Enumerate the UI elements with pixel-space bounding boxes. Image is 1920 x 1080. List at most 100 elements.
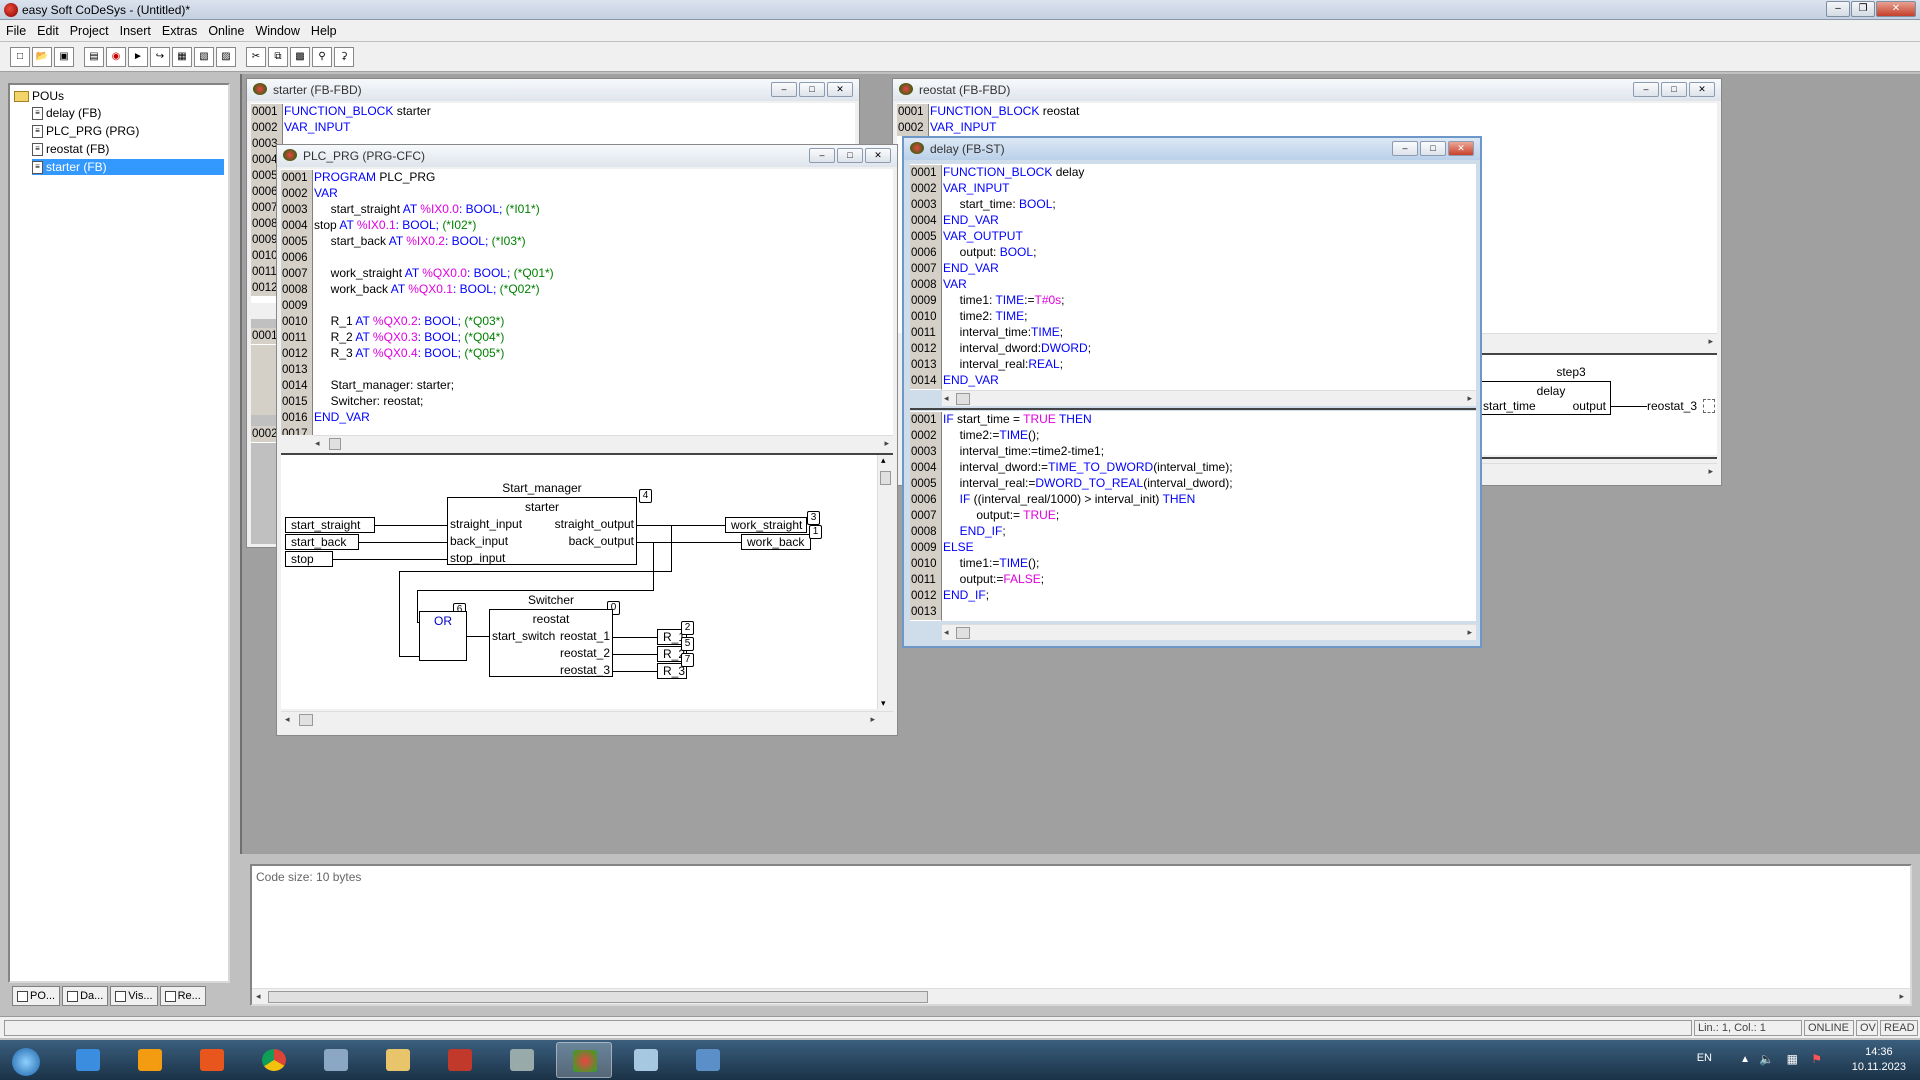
taskbar-internet-explorer[interactable]	[60, 1042, 116, 1078]
close-button[interactable]: ✕	[1876, 1, 1916, 17]
write-values-icon[interactable]: ▧	[194, 46, 214, 67]
code-line[interactable]: 0009	[281, 297, 314, 315]
reostat-maximize-button[interactable]: □	[1661, 82, 1687, 97]
taskbar-office[interactable]	[184, 1042, 240, 1078]
find-icon[interactable]: ⚲	[312, 46, 332, 67]
delay-decl-hscrollbar[interactable]: ◂ ▸	[942, 390, 1476, 406]
code-line[interactable]: 0009 time1: TIME:=T#0s;	[910, 292, 1065, 310]
code-line[interactable]: 0005 VAR_OUTPUT	[910, 228, 1023, 246]
tab-data-types[interactable]: Da...	[62, 986, 109, 1006]
code-line[interactable]: 0010 R_1 AT %QX0.2: BOOL; (*Q03*)	[281, 313, 504, 331]
cfc-input-start-straight[interactable]: start_straight	[285, 517, 375, 533]
taskbar-file-explorer[interactable]	[370, 1042, 426, 1078]
code-line[interactable]: 0001 FUNCTION_BLOCK reostat	[897, 103, 1079, 121]
window-delay[interactable]: delay (FB-ST) – □ ✕ 0001 FUNCTION_BLOCK del…	[902, 136, 1482, 648]
cfc-output-work-straight[interactable]: work_straight	[725, 517, 807, 533]
code-line[interactable]: 0007 work_straight AT %QX0.0: BOOL; (*Q0…	[281, 265, 554, 283]
plc-prg-cfc-editor[interactable]: start_straight start_back stop Start_man…	[281, 455, 877, 709]
tree-item-plc-prg[interactable]: ≡ PLC_PRG (PRG)	[32, 123, 142, 139]
taskbar-media-player[interactable]	[122, 1042, 178, 1078]
code-line[interactable]: 0004 stop AT %IX0.1: BOOL; (*I02*)	[281, 217, 476, 235]
code-line[interactable]: 0014 END_VAR	[910, 372, 999, 390]
code-line[interactable]: 0003 start_straight AT %IX0.0: BOOL; (*I…	[281, 201, 540, 219]
tab-resources[interactable]: Re...	[159, 986, 206, 1006]
taskbar-chrome[interactable]	[246, 1042, 302, 1078]
tree-root-pous[interactable]: POUs	[14, 88, 67, 104]
code-line[interactable]: 0013 interval_real:REAL;	[910, 356, 1063, 374]
code-line[interactable]: 0013	[910, 603, 943, 621]
code-line[interactable]: 0002 VAR	[281, 185, 338, 203]
run-icon[interactable]: ►	[128, 46, 148, 67]
cut-icon[interactable]: ✂	[246, 46, 266, 67]
code-line[interactable]: 0010 time1:=TIME();	[910, 555, 1039, 573]
code-line[interactable]: 0005 interval_real:=DWORD_TO_REAL(interv…	[910, 475, 1233, 493]
tree-item-delay[interactable]: ≡ delay (FB)	[32, 105, 104, 121]
delay-st-body-editor[interactable]: 0001 IF start_time = TRUE THEN 0002 time2:…	[910, 411, 1476, 621]
language-indicator[interactable]: EN	[1697, 1052, 1712, 1064]
reostat-block[interactable]: reostat start_switch reostat_1 reostat_2…	[489, 609, 613, 677]
or-block[interactable]: OR	[419, 611, 467, 661]
reostat-3-output-label[interactable]: reostat_3	[1647, 399, 1697, 413]
delay-declaration-editor[interactable]: 0001 FUNCTION_BLOCK delay 0002 VAR_INPUT 000…	[910, 164, 1476, 390]
delay-block[interactable]: delay start_time output	[1481, 381, 1611, 415]
delay-body-hscrollbar[interactable]: ◂ ▸	[942, 624, 1476, 640]
menu-insert[interactable]: Insert	[120, 24, 151, 38]
replace-icon[interactable]: ⚳	[334, 46, 354, 67]
window-plc-prg-title-bar[interactable]: PLC_PRG (PRG-CFC) – □ ✕	[277, 145, 897, 167]
taskbar-paint[interactable]	[618, 1042, 674, 1078]
code-line[interactable]: 0008 END_IF;	[910, 523, 1006, 541]
tray-expand-icon[interactable]: ▲	[1740, 1054, 1750, 1065]
plc-decl-hscrollbar[interactable]: ◂ ▸	[313, 435, 893, 451]
copy-icon[interactable]: ⧉	[268, 46, 288, 67]
save-icon[interactable]: ▣	[54, 46, 74, 67]
cfc-vscrollbar[interactable]: ▴ ▾	[877, 455, 893, 709]
code-line[interactable]: 0013	[281, 361, 314, 379]
code-line[interactable]: 0001 FUNCTION_BLOCK starter	[251, 103, 431, 121]
code-line[interactable]: 0006 IF ((interval_real/1000) > interval…	[910, 491, 1195, 509]
plc-prg-minimize-button[interactable]: –	[809, 148, 835, 163]
plc-prg-close-button[interactable]: ✕	[865, 148, 891, 163]
taskbar-acrobat[interactable]	[432, 1042, 488, 1078]
code-line[interactable]: 0006	[281, 249, 314, 267]
code-line[interactable]: 0002 VAR_INPUT	[910, 180, 1009, 198]
cfc-output-work-back[interactable]: work_back	[741, 534, 811, 550]
starter-close-button[interactable]: ✕	[827, 82, 853, 97]
plc-prg-declaration-editor[interactable]: 0001 PROGRAM PLC_PRG 0002 VAR 0003 start_str…	[281, 169, 893, 435]
tree-item-starter[interactable]: ≡ starter (FB)	[32, 159, 224, 175]
code-line[interactable]: 0012 R_3 AT %QX0.4: BOOL; (*Q05*)	[281, 345, 504, 363]
cfc-hscrollbar[interactable]: ◂ ▸	[281, 711, 893, 727]
code-line[interactable]: 0001 IF start_time = TRUE THEN	[910, 411, 1092, 429]
taskbar-matlab[interactable]	[308, 1042, 364, 1078]
menu-help[interactable]: Help	[311, 24, 337, 38]
start-button[interactable]	[0, 1042, 52, 1078]
code-line[interactable]: 0017	[281, 425, 314, 435]
code-line[interactable]: 0010 time2: TIME;	[910, 308, 1027, 326]
code-line[interactable]: 0009 ELSE	[910, 539, 974, 557]
code-line[interactable]: 0012 END_IF;	[910, 587, 989, 605]
code-line[interactable]: 0016 END_VAR	[281, 409, 370, 427]
code-line[interactable]: 0011 R_2 AT %QX0.3: BOOL; (*Q04*)	[281, 329, 504, 347]
code-line[interactable]: 0002 VAR_INPUT	[897, 119, 996, 137]
menu-edit[interactable]: Edit	[37, 24, 59, 38]
force-values-icon[interactable]: ▨	[216, 46, 236, 67]
code-line[interactable]: 0004 END_VAR	[910, 212, 999, 230]
tab-pous[interactable]: PO...	[12, 986, 61, 1006]
reostat-close-button[interactable]: ✕	[1689, 82, 1715, 97]
code-line[interactable]: 0007 END_VAR	[910, 260, 999, 278]
code-line[interactable]: 0003 start_time: BOOL;	[910, 196, 1056, 214]
reostat-decl-hscrollbar[interactable]: ▸	[1481, 333, 1717, 349]
breakpoint-icon[interactable]: ▦	[172, 46, 192, 67]
reostat-body-hscrollbar[interactable]: ▸	[1481, 463, 1717, 479]
delay-maximize-button[interactable]: □	[1420, 141, 1446, 156]
tab-visualizations[interactable]: Vis...	[110, 986, 158, 1006]
build-icon[interactable]: ▤	[84, 46, 104, 67]
message-pane[interactable]: Code size: 10 bytes ◂ ▸	[250, 864, 1912, 1006]
code-line[interactable]: 0001 PROGRAM PLC_PRG	[281, 169, 435, 187]
volume-icon[interactable]: 🔈	[1759, 1052, 1774, 1066]
cfc-input-stop[interactable]: stop	[285, 551, 333, 567]
paste-icon[interactable]: ▩	[290, 46, 310, 67]
code-line[interactable]: 0012 interval_dword:DWORD;	[910, 340, 1091, 358]
taskbar-clock[interactable]: 14:36 10.11.2023	[1852, 1045, 1906, 1075]
window-starter-title-bar[interactable]: starter (FB-FBD) – □ ✕	[247, 79, 859, 101]
code-line[interactable]: 0005 start_back AT %IX0.2: BOOL; (*I03*)	[281, 233, 526, 251]
